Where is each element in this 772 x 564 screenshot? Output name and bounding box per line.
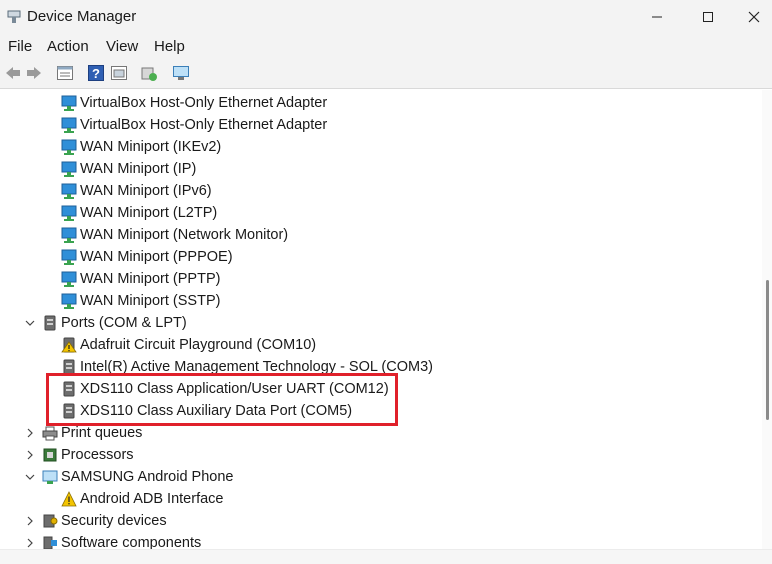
toolbar: ?: [0, 58, 772, 89]
tree-item-label: WAN Miniport (PPTP): [80, 271, 221, 287]
security-device-icon: [43, 514, 58, 528]
phone-icon: [42, 470, 58, 484]
help-icon[interactable]: ?: [87, 64, 105, 82]
menu-action[interactable]: Action: [47, 38, 89, 55]
network-adapter-icon: [61, 95, 77, 111]
chevron-right-icon[interactable]: [24, 535, 36, 549]
network-adapter-icon: [61, 249, 77, 265]
scan-hardware-icon[interactable]: [172, 64, 190, 82]
menu-help[interactable]: Help: [154, 38, 185, 55]
network-adapter-icon: [61, 293, 77, 309]
update-driver-icon[interactable]: [140, 64, 158, 82]
printer-icon: [42, 426, 58, 441]
tree-item-label: WAN Miniport (IKEv2): [80, 139, 222, 155]
title-bar: Device Manager: [0, 0, 772, 34]
forward-icon[interactable]: [25, 64, 43, 82]
tree-category-label: Ports (COM & LPT): [61, 315, 187, 331]
chevron-right-icon[interactable]: [24, 513, 36, 529]
network-adapter-icon: [61, 205, 77, 221]
chevron-down-icon[interactable]: [24, 469, 36, 485]
svg-text:?: ?: [92, 66, 100, 81]
properties-icon[interactable]: [56, 64, 74, 82]
show-hidden-icon[interactable]: [110, 64, 128, 82]
maximize-icon: [703, 12, 713, 22]
network-adapter-icon: [61, 227, 77, 243]
tree-item-label: Adafruit Circuit Playground (COM10): [80, 337, 317, 353]
tree-category-label: Processors: [61, 447, 134, 463]
minimize-icon: [652, 16, 662, 18]
tree-item-label: VirtualBox Host-Only Ethernet Adapter: [80, 117, 328, 133]
chevron-right-icon[interactable]: [24, 425, 36, 441]
tree-item-label: Android ADB Interface: [80, 491, 224, 507]
device-manager-icon: [7, 10, 21, 23]
window-title: Device Manager: [27, 8, 137, 25]
network-adapter-icon: [61, 139, 77, 155]
network-adapter-icon: [61, 183, 77, 199]
tree-category-label: Software components: [61, 535, 202, 549]
tree-item-label: WAN Miniport (SSTP): [80, 293, 221, 309]
network-adapter-icon: [61, 117, 77, 133]
processor-icon: [43, 448, 57, 462]
highlight-box: [46, 373, 398, 426]
network-adapter-icon: [61, 271, 77, 287]
maximize-button[interactable]: [685, 0, 731, 34]
device-tree: VirtualBox Host-Only Ethernet Adapter Vi…: [0, 90, 762, 549]
tree-category-label: SAMSUNG Android Phone: [61, 469, 234, 485]
menu-bar: File Action View Help: [0, 34, 772, 58]
vertical-scrollbar[interactable]: [762, 90, 772, 549]
minimize-button[interactable]: [634, 0, 680, 34]
menu-file[interactable]: File: [8, 38, 32, 55]
tree-item-label: WAN Miniport (Network Monitor): [80, 227, 289, 243]
menu-view[interactable]: View: [106, 38, 138, 55]
port-warning-icon: [61, 337, 77, 353]
close-button[interactable]: [731, 0, 772, 34]
back-icon[interactable]: [4, 64, 22, 82]
tree-item-label: VirtualBox Host-Only Ethernet Adapter: [80, 95, 328, 111]
tree-category-label: Security devices: [61, 513, 167, 529]
tree-item-label: WAN Miniport (IPv6): [80, 183, 212, 199]
software-component-icon: [43, 536, 57, 549]
tree-item-label: WAN Miniport (IP): [80, 161, 197, 177]
warning-icon: [61, 491, 77, 507]
port-icon: [44, 315, 56, 331]
horizontal-scrollbar[interactable]: [0, 549, 772, 564]
scrollbar-thumb[interactable]: [766, 280, 769, 420]
chevron-right-icon[interactable]: [24, 447, 36, 463]
chevron-down-icon[interactable]: [24, 315, 36, 331]
tree-item-label: WAN Miniport (L2TP): [80, 205, 218, 221]
network-adapter-icon: [61, 161, 77, 177]
tree-item-label: WAN Miniport (PPPOE): [80, 249, 233, 265]
close-icon: [748, 11, 760, 23]
